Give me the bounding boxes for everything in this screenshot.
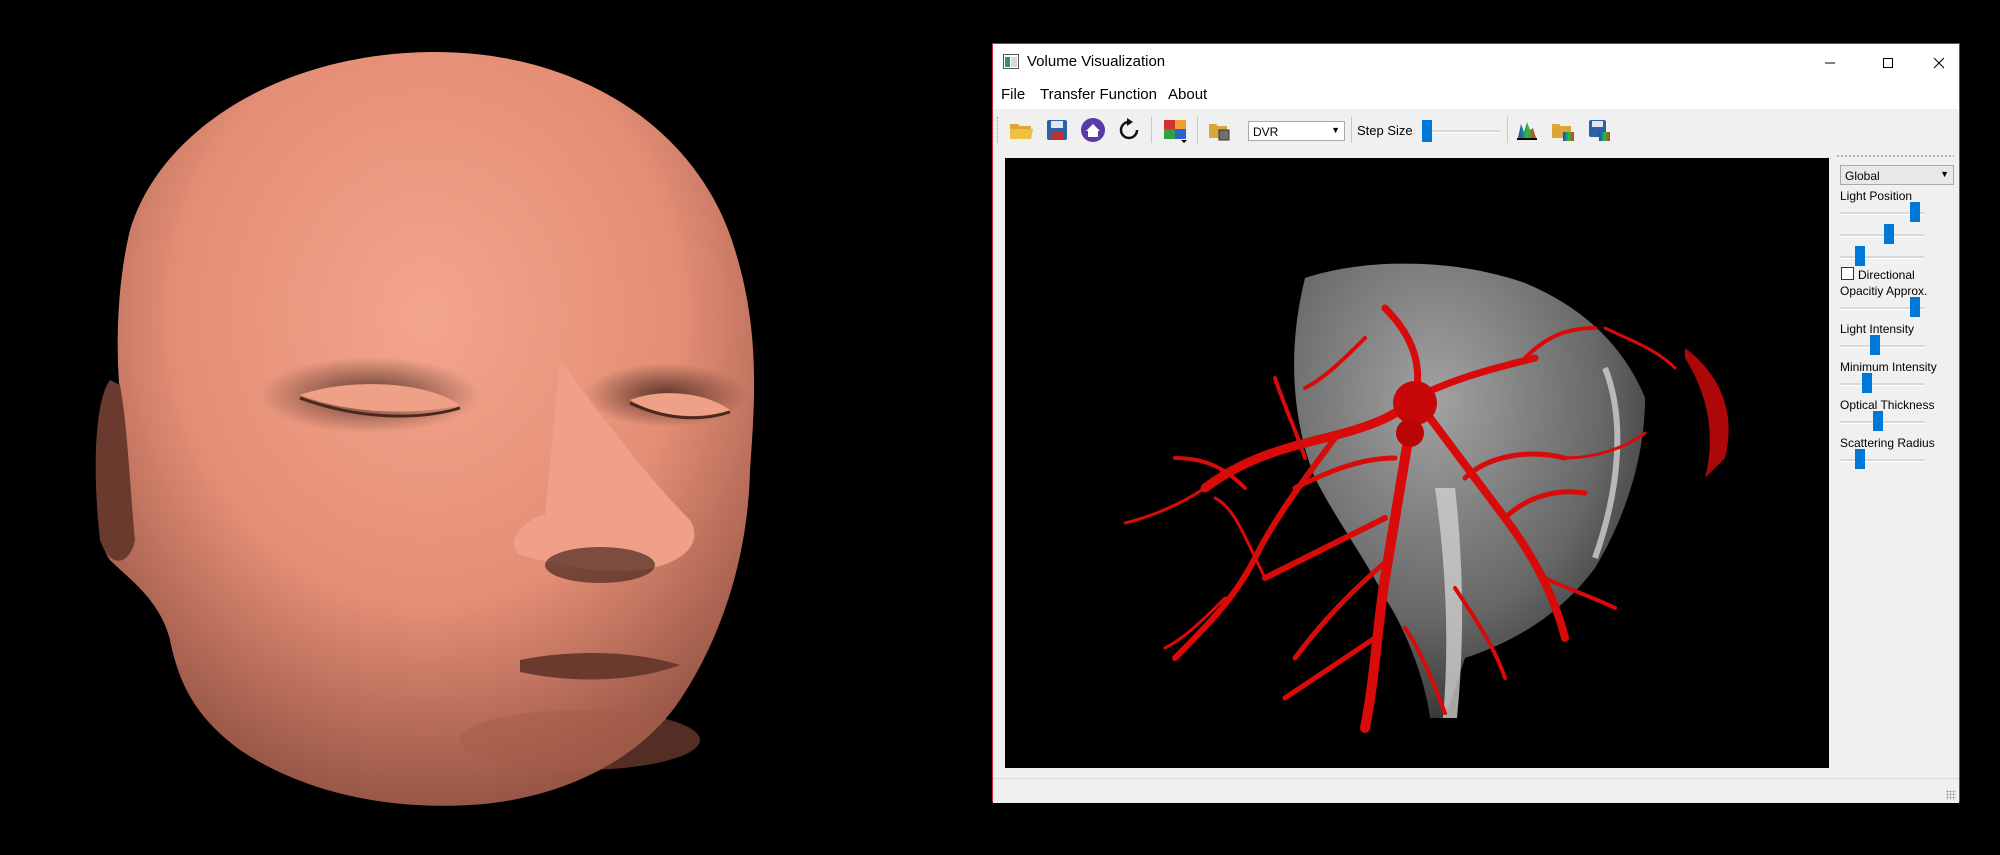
light-intensity-slider[interactable] <box>1840 335 1924 357</box>
menu-transfer-function[interactable]: Transfer Function <box>1040 86 1157 104</box>
app-icon <box>1003 54 1019 69</box>
maximize-button[interactable] <box>1859 44 1917 81</box>
close-icon <box>1933 57 1945 68</box>
slider-thumb[interactable] <box>1910 297 1920 317</box>
opacity-approx-label: Opacitiy Approx. <box>1840 284 1928 298</box>
chevron-down-icon: ▼ <box>1331 125 1340 135</box>
step-size-slider[interactable] <box>1422 119 1500 143</box>
scattering-radius-label: Scattering Radius <box>1840 436 1935 450</box>
directional-checkbox[interactable] <box>1841 267 1854 280</box>
slider-track <box>1840 459 1924 462</box>
light-position-y-slider[interactable] <box>1840 224 1924 246</box>
minimum-intensity-slider[interactable] <box>1840 373 1924 395</box>
slider-thumb[interactable] <box>1884 224 1894 244</box>
toolbar-separator <box>1151 117 1152 143</box>
light-position-label: Light Position <box>1840 189 1913 203</box>
scattering-radius-slider[interactable] <box>1840 449 1924 471</box>
slider-track <box>1840 256 1924 259</box>
volume-visualization-window: Volume Visualization File Transfer Funct… <box>992 43 1961 803</box>
status-bar <box>993 778 1959 803</box>
scope-select-value: Global <box>1845 169 1880 183</box>
open-transfer-function-icon[interactable] <box>1549 116 1577 144</box>
window-title: Volume Visualization <box>1027 53 1166 70</box>
slider-thumb[interactable] <box>1862 373 1872 393</box>
optical-thickness-slider[interactable] <box>1840 411 1924 433</box>
save-icon[interactable] <box>1043 116 1071 144</box>
chevron-down-icon: ▼ <box>1940 169 1949 179</box>
title-bar: Volume Visualization <box>993 44 1959 81</box>
menu-about[interactable]: About <box>1168 86 1207 104</box>
menu-file[interactable]: File <box>1001 86 1025 104</box>
toolbar-separator <box>1197 117 1198 143</box>
panel-grip[interactable] <box>1836 154 1954 158</box>
save-transfer-function-icon[interactable] <box>1585 116 1613 144</box>
toolbar-grip[interactable] <box>997 117 1001 143</box>
slider-thumb[interactable] <box>1910 202 1920 222</box>
light-position-x-slider[interactable] <box>1840 202 1924 224</box>
light-position-z-slider[interactable] <box>1840 246 1924 268</box>
minimum-intensity-label: Minimum Intensity <box>1840 360 1937 374</box>
slider-thumb[interactable] <box>1855 246 1865 266</box>
close-button[interactable] <box>1917 44 1961 81</box>
slider-thumb[interactable] <box>1422 120 1432 142</box>
load-volume-icon[interactable] <box>1205 116 1233 144</box>
home-icon[interactable] <box>1079 116 1107 144</box>
render-mode-select[interactable]: DVR ▼ <box>1248 121 1345 141</box>
slider-thumb[interactable] <box>1870 335 1880 355</box>
toolbar-separator <box>1507 117 1508 143</box>
parameter-panel: Global ▼ Light Position Directional Opac… <box>1836 149 1961 769</box>
slider-track <box>1422 130 1500 133</box>
directional-label: Directional <box>1858 268 1915 282</box>
open-folder-icon[interactable] <box>1007 116 1035 144</box>
step-size-label: Step Size <box>1357 123 1413 138</box>
face-volume-render <box>95 51 755 806</box>
vessel-volume-render <box>1123 263 1729 733</box>
menu-bar: File Transfer Function About <box>993 81 1959 109</box>
slider-track <box>1840 383 1924 386</box>
optical-thickness-label: Optical Thickness <box>1840 398 1935 412</box>
maximize-icon <box>1883 57 1893 68</box>
render-viewport[interactable] <box>1005 158 1829 768</box>
toolbar: DVR ▼ Step Size <box>993 109 1959 149</box>
slider-thumb[interactable] <box>1855 449 1865 469</box>
slider-track <box>1840 345 1924 348</box>
slider-track <box>1840 234 1924 237</box>
scope-select[interactable]: Global ▼ <box>1840 165 1954 185</box>
toolbar-separator <box>1351 117 1352 143</box>
color-map-icon[interactable] <box>1161 116 1189 144</box>
histogram-icon[interactable] <box>1513 116 1541 144</box>
light-intensity-label: Light Intensity <box>1840 322 1915 336</box>
rotate-icon[interactable] <box>1115 116 1143 144</box>
render-mode-value: DVR <box>1253 125 1279 139</box>
slider-thumb[interactable] <box>1873 411 1883 431</box>
minimize-button[interactable] <box>1801 44 1859 81</box>
minimize-icon <box>1825 62 1835 63</box>
opacity-approx-slider[interactable] <box>1840 297 1924 319</box>
resize-grip[interactable] <box>1946 790 1956 800</box>
